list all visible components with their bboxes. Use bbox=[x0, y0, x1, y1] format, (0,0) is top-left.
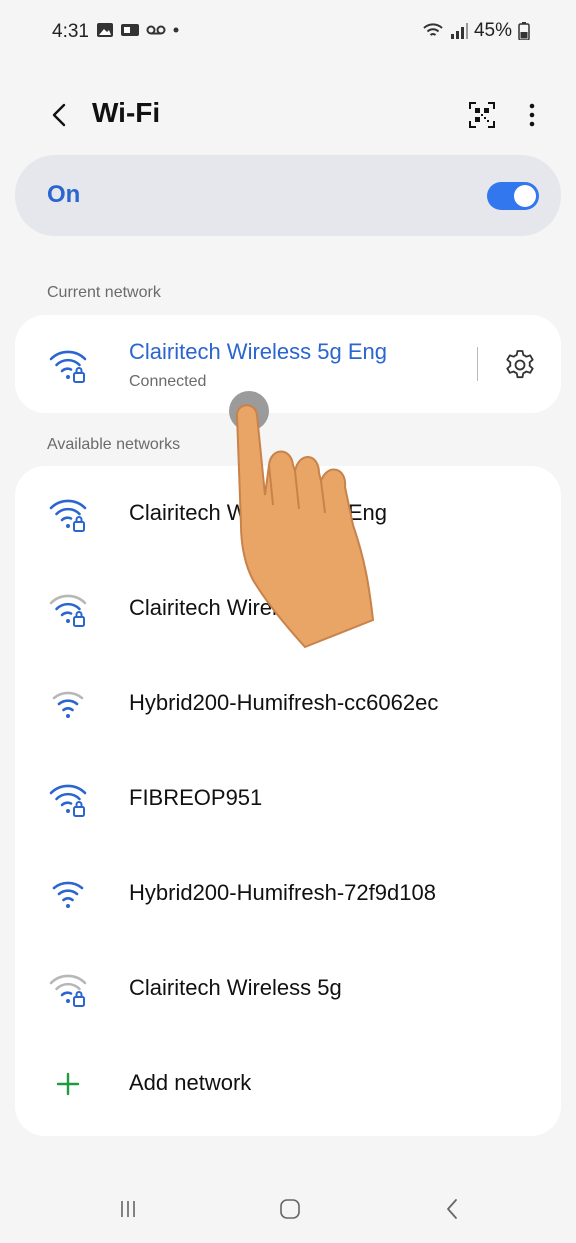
dot-icon bbox=[173, 27, 179, 33]
more-options-button[interactable] bbox=[520, 99, 544, 131]
nav-back-button[interactable] bbox=[432, 1193, 472, 1225]
battery-icon bbox=[518, 22, 530, 40]
wifi-open-icon bbox=[52, 691, 84, 718]
current-network-heading: Current network bbox=[47, 284, 161, 301]
page-title: Wi-Fi bbox=[92, 97, 161, 128]
qr-code-button[interactable] bbox=[466, 99, 498, 131]
battery-percent: 45% bbox=[473, 20, 512, 41]
add-network-label: Add network bbox=[129, 1070, 252, 1095]
chevron-left-icon bbox=[52, 103, 66, 127]
home-icon bbox=[280, 1199, 300, 1219]
app-bar: Wi-Fi bbox=[0, 84, 576, 148]
network-row[interactable]: Hybrid200-Humifresh-72f9d108 bbox=[15, 846, 561, 941]
wifi-lock-icon bbox=[49, 499, 87, 532]
voicemail-icon bbox=[146, 25, 166, 35]
network-name: Clairitech Wireless 5g bbox=[129, 975, 342, 1000]
recent-apps-button[interactable] bbox=[108, 1193, 148, 1225]
recents-icon bbox=[121, 1201, 135, 1217]
qr-code-icon bbox=[469, 102, 495, 128]
divider bbox=[477, 347, 478, 381]
gallery-notification-icon bbox=[97, 23, 113, 37]
navigation-bar bbox=[0, 1175, 576, 1243]
home-button[interactable] bbox=[270, 1193, 310, 1225]
wifi-lock-weak-icon bbox=[49, 594, 87, 627]
status-right: 45% bbox=[422, 20, 530, 42]
plus-icon bbox=[56, 1072, 80, 1096]
network-name: Hybrid200-Humifresh-cc6062ec bbox=[129, 690, 439, 715]
network-name: Hybrid200-Humifresh-72f9d108 bbox=[129, 880, 436, 905]
more-vert-icon bbox=[529, 103, 535, 127]
switch-knob bbox=[514, 185, 536, 207]
current-network-name: Clairitech Wireless 5g Eng bbox=[129, 339, 387, 364]
wifi-switch[interactable] bbox=[487, 182, 539, 210]
wifi-toggle-label: On bbox=[47, 181, 81, 208]
signal-icon bbox=[450, 23, 468, 39]
wifi-lock-icon bbox=[49, 350, 87, 383]
notification-icons bbox=[96, 22, 180, 38]
back-arrow-icon bbox=[447, 1199, 457, 1219]
status-bar: 4:31 45% bbox=[0, 0, 576, 66]
available-networks-heading: Available networks bbox=[47, 436, 181, 453]
network-row[interactable]: FIBREOP951 bbox=[15, 751, 561, 846]
wifi-status-icon bbox=[423, 23, 443, 36]
back-button[interactable] bbox=[44, 98, 74, 132]
network-row[interactable]: Hybrid200-Humifresh-cc6062ec bbox=[15, 656, 561, 751]
status-time: 4:31 bbox=[52, 21, 89, 42]
wifi-lock-weak-icon bbox=[49, 974, 87, 1007]
network-name: FIBREOP951 bbox=[129, 785, 263, 810]
current-network-status: Connected bbox=[129, 373, 207, 390]
gear-icon bbox=[506, 350, 534, 379]
touch-hand-icon bbox=[229, 391, 375, 649]
wifi-toggle-card[interactable]: On bbox=[15, 155, 561, 236]
video-notification-icon bbox=[121, 24, 139, 36]
wifi-lock-icon bbox=[49, 784, 87, 817]
add-network-row[interactable]: Add network bbox=[15, 1036, 561, 1131]
wifi-open-icon bbox=[52, 881, 84, 908]
network-settings-button[interactable] bbox=[501, 344, 539, 382]
network-row[interactable]: Clairitech Wireless 5g bbox=[15, 941, 561, 1036]
